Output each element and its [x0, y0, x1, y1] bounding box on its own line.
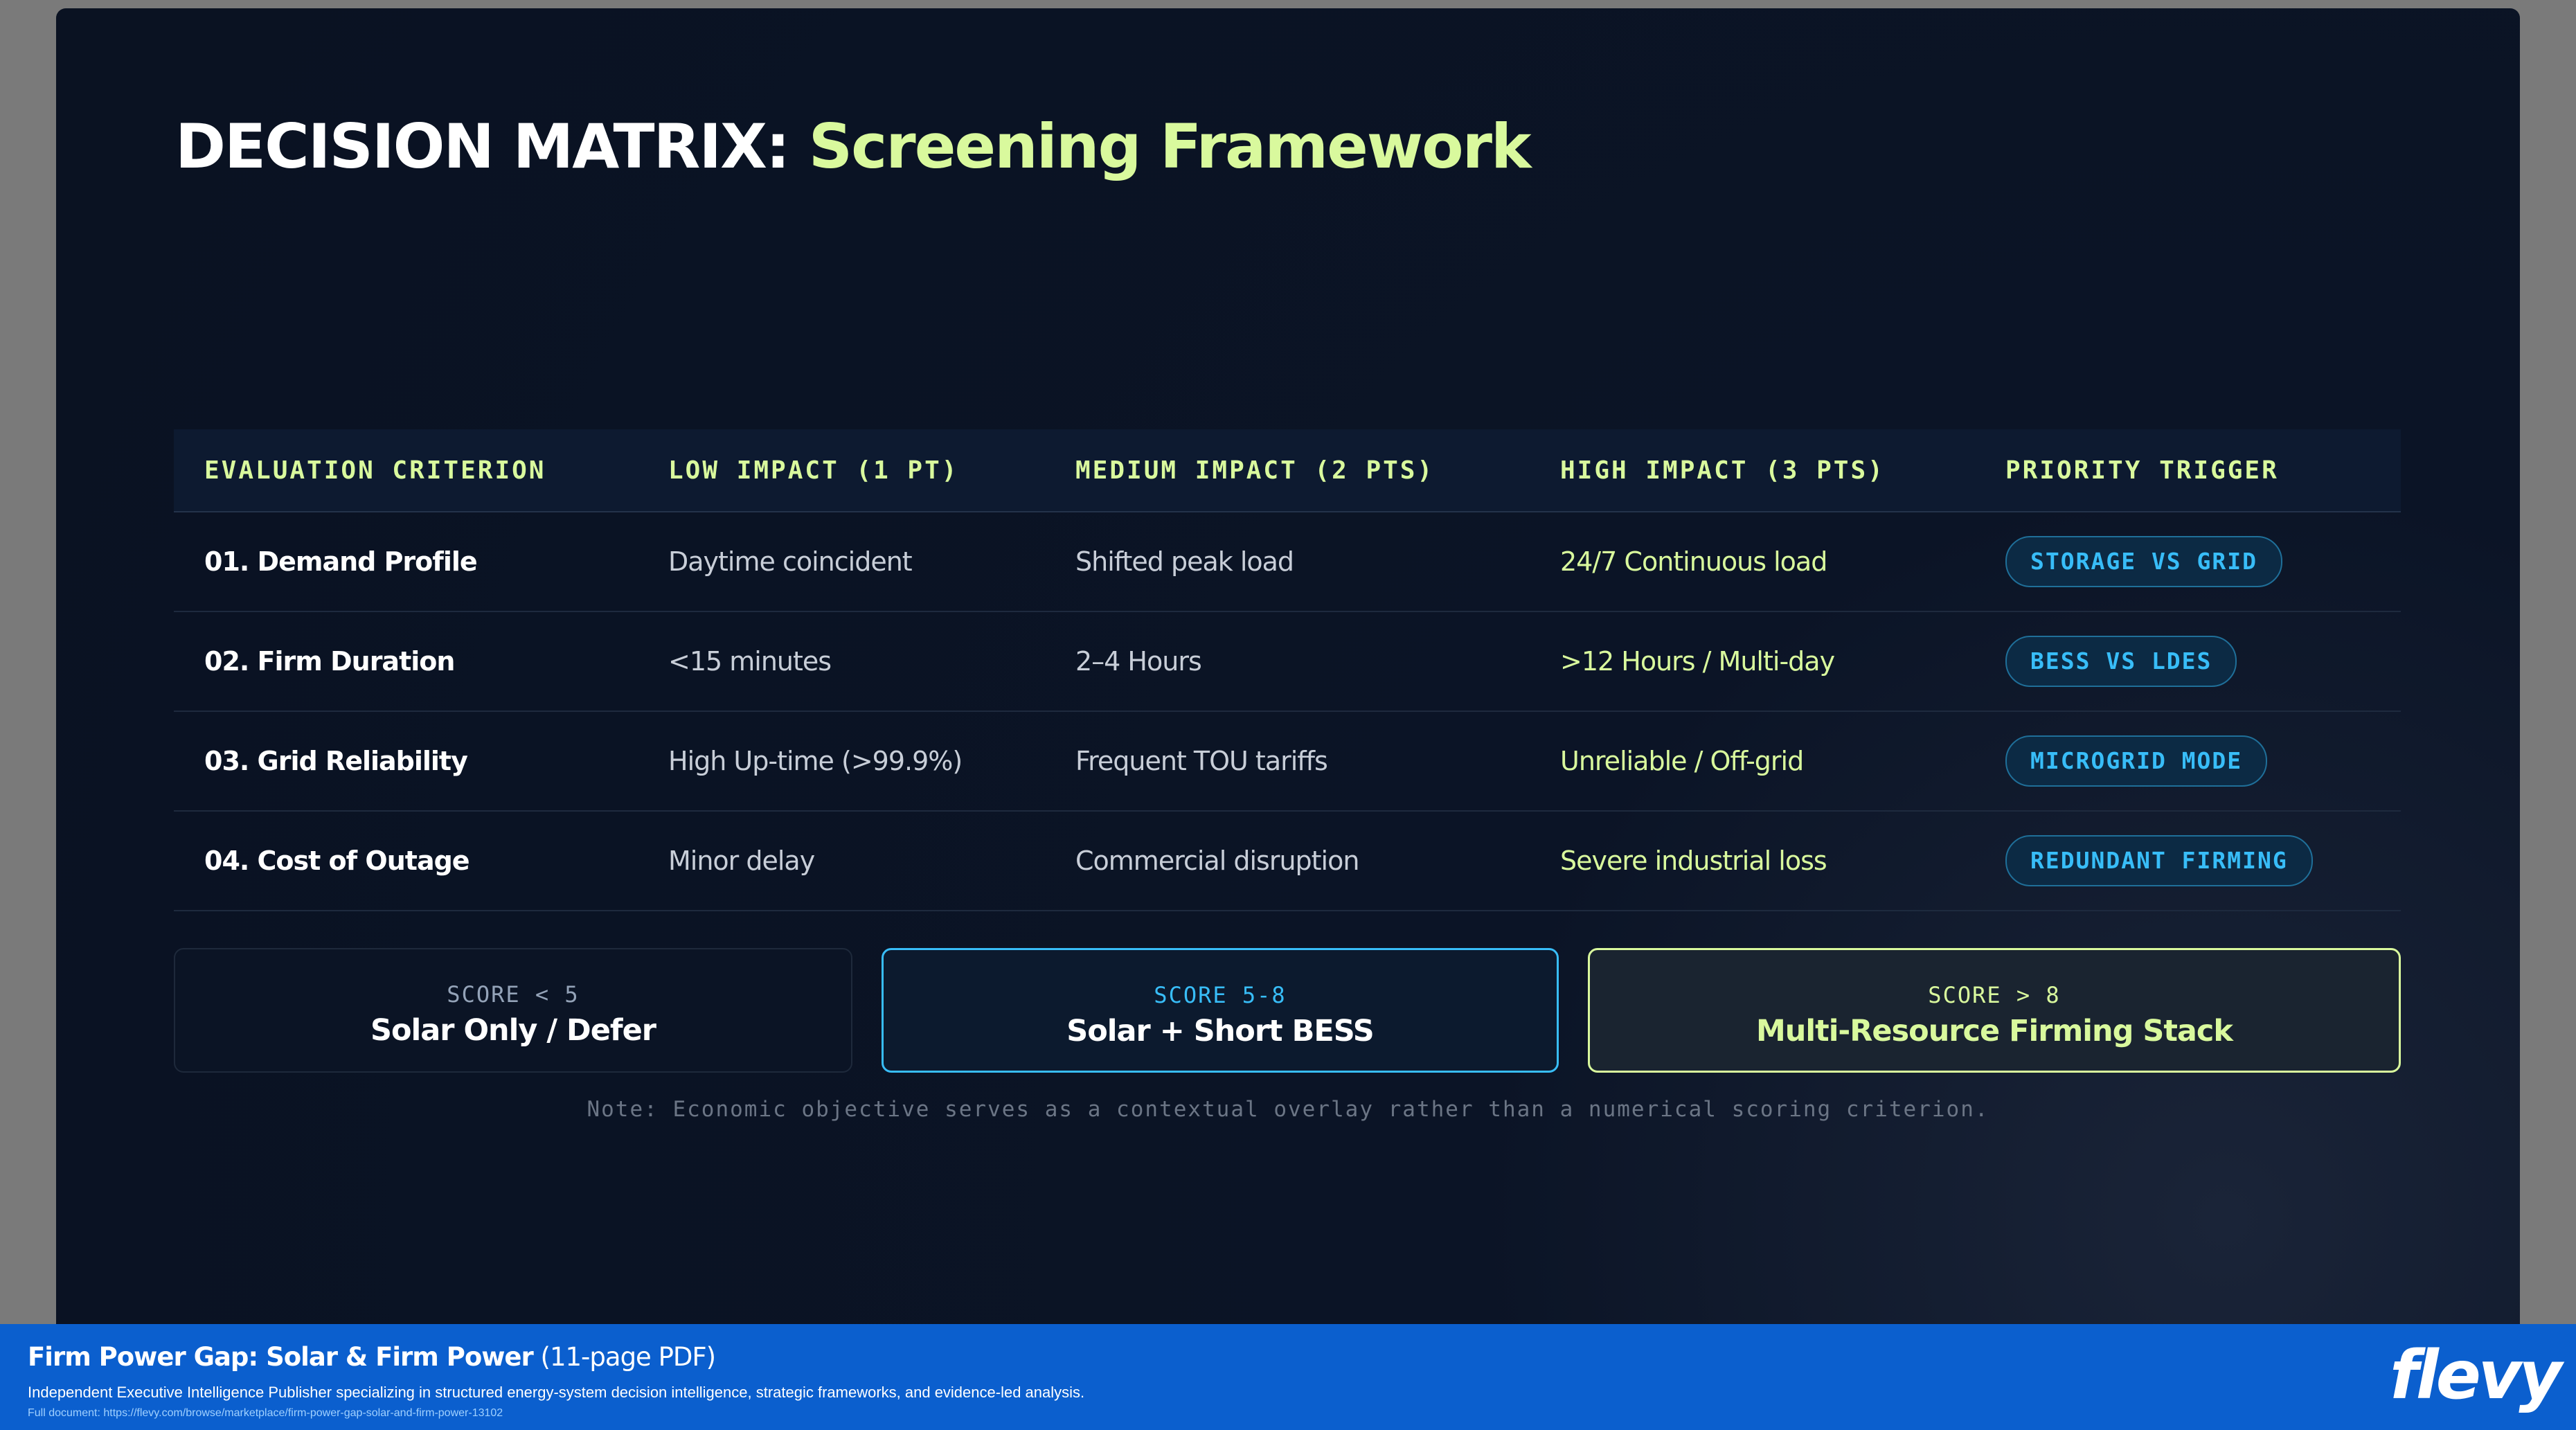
- title-accent: Screening Framework: [808, 111, 1532, 182]
- publisher-description: Independent Executive Intelligence Publi…: [28, 1384, 1085, 1401]
- table-row: 01. Demand Profile Daytime coincident Sh…: [174, 512, 2401, 612]
- trigger-cell: STORAGE VS GRID: [1975, 536, 2401, 587]
- table-row: 03. Grid Reliability High Up-time (>99.9…: [174, 712, 2401, 812]
- document-page-count: (11-page PDF): [533, 1342, 717, 1372]
- criterion-cell: 03. Grid Reliability: [204, 746, 468, 776]
- high-impact-cell: Unreliable / Off-grid: [1560, 746, 1804, 776]
- medium-impact-cell: Shifted peak load: [1075, 546, 1294, 577]
- medium-impact-cell: Frequent TOU tariffs: [1075, 746, 1328, 776]
- header-medium-impact: MEDIUM IMPACT (2 PTS): [1075, 456, 1435, 485]
- score-recommendation: Solar + Short BESS: [1066, 1014, 1374, 1048]
- header-high-impact: HIGH IMPACT (3 PTS): [1560, 456, 1885, 485]
- high-impact-cell: Severe industrial loss: [1560, 846, 1827, 876]
- score-card-medium: SCORE 5-8 Solar + Short BESS: [882, 948, 1559, 1073]
- priority-trigger-badge: BESS VS LDES: [2005, 636, 2237, 687]
- document-title-text: Firm Power Gap: Solar & Firm Power: [28, 1342, 534, 1372]
- low-impact-cell: Daytime coincident: [668, 546, 913, 577]
- high-impact-cell: >12 Hours / Multi-day: [1560, 646, 1835, 677]
- header-priority-trigger: PRIORITY TRIGGER: [2005, 456, 2279, 485]
- header-evaluation-criterion: EVALUATION CRITERION: [204, 456, 546, 485]
- score-range-label: SCORE < 5: [447, 981, 580, 1008]
- low-impact-cell: <15 minutes: [668, 646, 832, 677]
- score-recommendation: Solar Only / Defer: [370, 1013, 656, 1048]
- high-impact-cell: 24/7 Continuous load: [1560, 546, 1827, 577]
- trigger-cell: MICROGRID MODE: [1975, 735, 2401, 787]
- priority-trigger-badge: REDUNDANT FIRMING: [2005, 835, 2313, 886]
- score-range-label: SCORE > 8: [1928, 982, 2061, 1008]
- criterion-cell: 01. Demand Profile: [204, 546, 478, 577]
- page-title: DECISION MATRIX: Screening Framework: [175, 111, 1532, 182]
- document-title[interactable]: Firm Power Gap: Solar & Firm Power (11-p…: [28, 1342, 717, 1372]
- medium-impact-cell: 2–4 Hours: [1075, 646, 1202, 677]
- score-card-high: SCORE > 8 Multi-Resource Firming Stack: [1588, 948, 2401, 1073]
- medium-impact-cell: Commercial disruption: [1075, 846, 1359, 876]
- table-header-row: EVALUATION CRITERION LOW IMPACT (1 PT) M…: [174, 429, 2401, 512]
- criterion-cell: 04. Cost of Outage: [204, 846, 470, 876]
- title-prefix: DECISION MATRIX:: [175, 111, 790, 182]
- score-card-low: SCORE < 5 Solar Only / Defer: [174, 948, 852, 1073]
- trigger-cell: BESS VS LDES: [1975, 636, 2401, 687]
- low-impact-cell: High Up-time (>99.9%): [668, 746, 963, 776]
- slide: DECISION MATRIX: Screening Framework EVA…: [56, 8, 2520, 1324]
- low-impact-cell: Minor delay: [668, 846, 815, 876]
- header-low-impact: LOW IMPACT (1 PT): [668, 456, 959, 485]
- table-row: 04. Cost of Outage Minor delay Commercia…: [174, 812, 2401, 911]
- trigger-cell: REDUNDANT FIRMING: [1975, 835, 2401, 886]
- flevy-logo[interactable]: flevy: [2390, 1337, 2562, 1414]
- score-recommendation: Multi-Resource Firming Stack: [1756, 1014, 2233, 1048]
- document-url-link[interactable]: Full document: https://flevy.com/browse/…: [28, 1407, 503, 1420]
- priority-trigger-badge: STORAGE VS GRID: [2005, 536, 2283, 587]
- footnote: Note: Economic objective serves as a con…: [587, 1097, 1989, 1122]
- decision-matrix-table: EVALUATION CRITERION LOW IMPACT (1 PT) M…: [174, 429, 2401, 911]
- score-range-label: SCORE 5-8: [1154, 982, 1287, 1008]
- table-row: 02. Firm Duration <15 minutes 2–4 Hours …: [174, 612, 2401, 712]
- criterion-cell: 02. Firm Duration: [204, 646, 455, 677]
- publisher-footer-banner[interactable]: Firm Power Gap: Solar & Firm Power (11-p…: [0, 1324, 2576, 1430]
- priority-trigger-badge: MICROGRID MODE: [2005, 735, 2268, 787]
